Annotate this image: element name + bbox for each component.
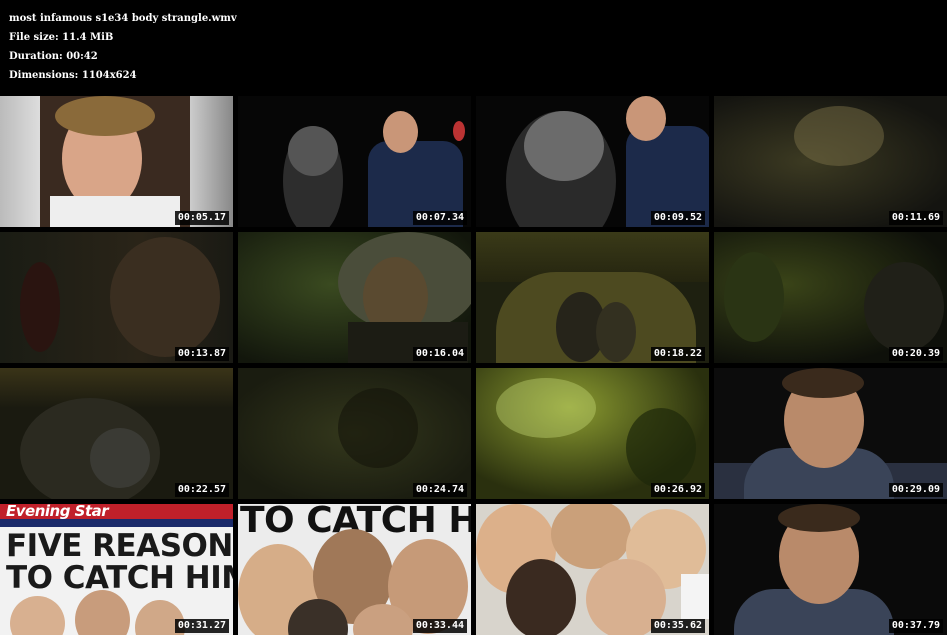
thumbnail[interactable]: 00:29.09 — [714, 368, 947, 499]
timestamp: 00:09.52 — [650, 211, 705, 225]
timestamp: 00:29.09 — [888, 483, 943, 497]
timestamp: 00:33.44 — [412, 619, 467, 633]
thumbnail[interactable]: 00:07.34 — [238, 96, 471, 227]
timestamp: 00:16.04 — [412, 347, 467, 361]
thumbnail[interactable]: 00:24.74 — [238, 368, 471, 499]
timestamp: 00:31.27 — [174, 619, 229, 633]
timestamp: 00:35.62 — [650, 619, 705, 633]
thumbnail[interactable]: 00:09.52 — [476, 96, 709, 227]
thumbnail[interactable]: 00:11.69 — [714, 96, 947, 227]
newspaper-headline-line1: FIVE REASONS — [6, 528, 233, 564]
thumbnail[interactable]: TO CATCH HIM 00:33.44 — [238, 504, 471, 635]
thumbnail[interactable]: Evening Star FIVE REASONS TO CATCH HIM 0… — [0, 504, 233, 635]
timestamp: 00:37.79 — [888, 619, 943, 633]
thumbnail[interactable]: 00:16.04 — [238, 232, 471, 363]
thumbnail[interactable]: 00:35.62 — [476, 504, 709, 635]
thumbnail[interactable]: 00:20.39 — [714, 232, 947, 363]
timestamp: 00:07.34 — [412, 211, 467, 225]
thumbnail[interactable]: 00:37.79 — [714, 504, 947, 635]
timestamp: 00:11.69 — [888, 211, 943, 225]
newspaper-headline-line2: TO CATCH HIM — [6, 560, 233, 596]
thumbnail[interactable]: 00:05.17 — [0, 96, 233, 227]
thumbnail[interactable]: 00:18.22 — [476, 232, 709, 363]
timestamp: 00:22.57 — [174, 483, 229, 497]
dimensions: Dimensions: 1104x624 — [9, 70, 137, 81]
thumbnail[interactable]: 00:22.57 — [0, 368, 233, 499]
file-info-header: most infamous s1e34 body strangle.wmv Fi… — [9, 9, 237, 85]
timestamp: 00:18.22 — [650, 347, 705, 361]
file-size: File size: 11.4 MiB — [9, 32, 114, 43]
timestamp: 00:26.92 — [650, 483, 705, 497]
timestamp: 00:13.87 — [174, 347, 229, 361]
file-name: most infamous s1e34 body strangle.wmv — [9, 13, 237, 24]
duration: Duration: 00:42 — [9, 51, 98, 62]
timestamp: 00:20.39 — [888, 347, 943, 361]
timestamp: 00:24.74 — [412, 483, 467, 497]
thumbnail[interactable]: 00:26.92 — [476, 368, 709, 499]
thumbnail[interactable]: 00:13.87 — [0, 232, 233, 363]
newspaper-masthead: Evening Star — [6, 504, 109, 520]
timestamp: 00:05.17 — [174, 211, 229, 225]
